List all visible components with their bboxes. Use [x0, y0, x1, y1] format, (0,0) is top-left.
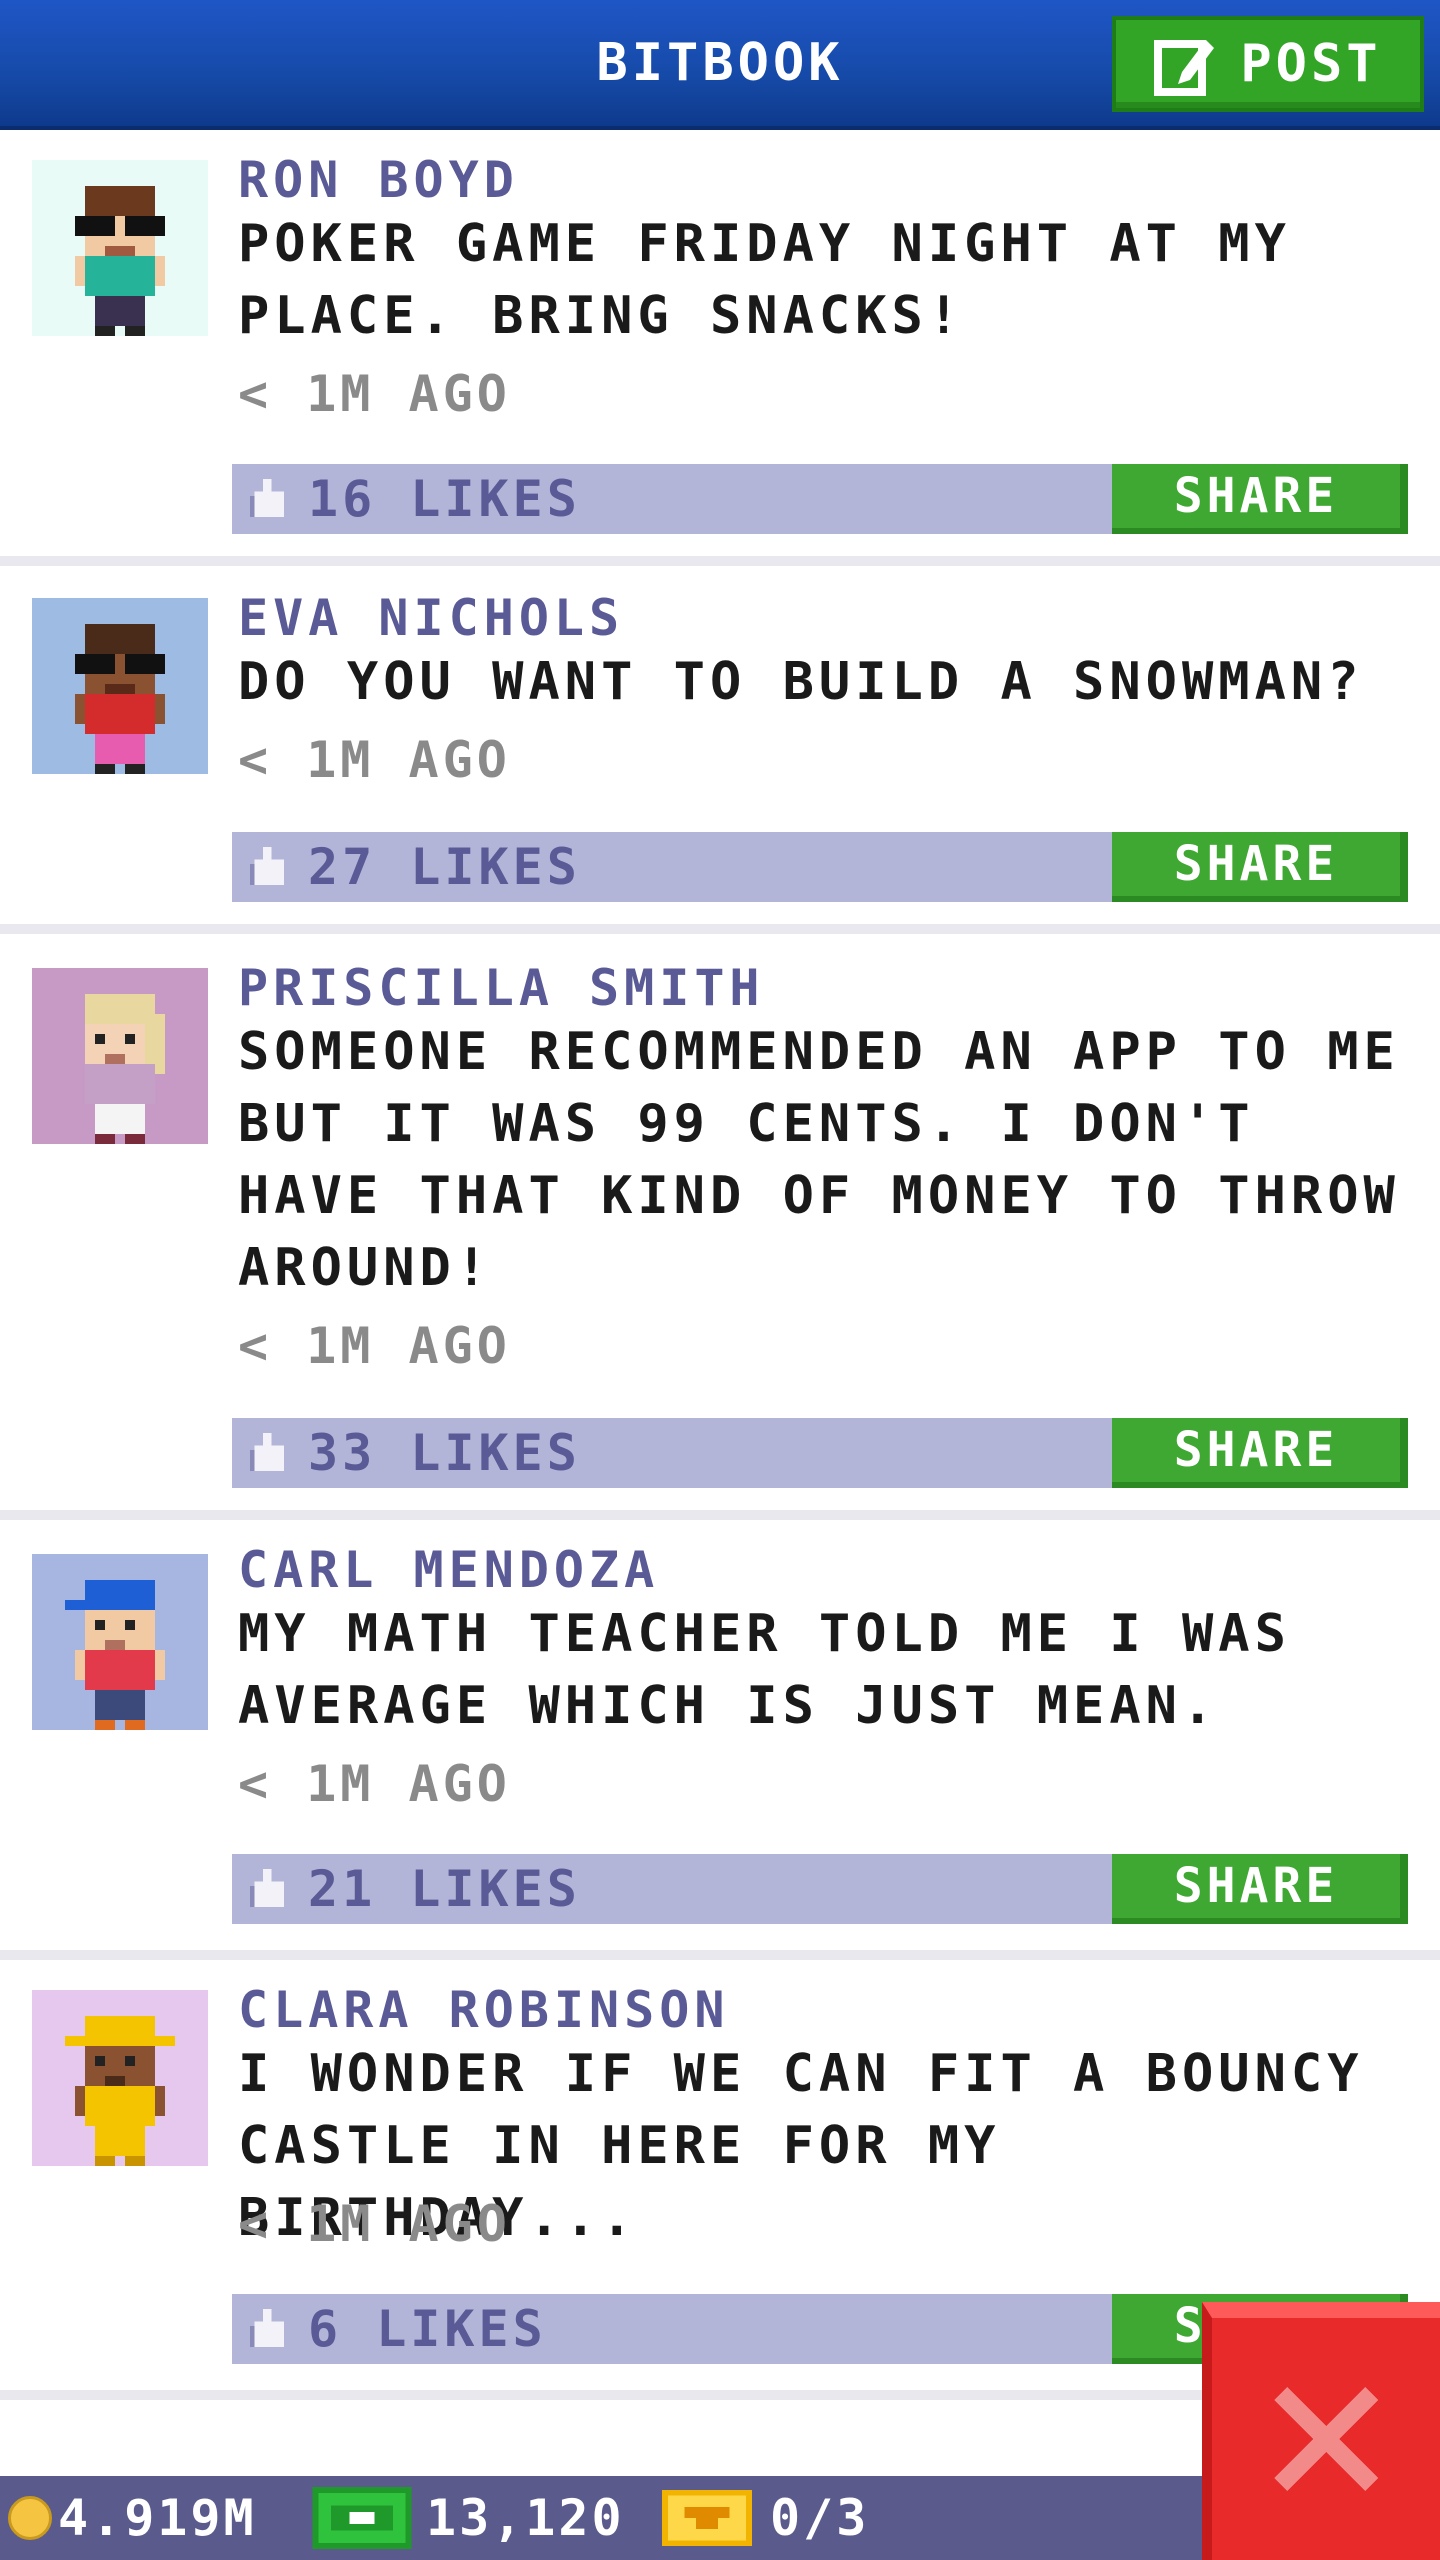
close-icon — [1274, 2387, 1378, 2491]
tickets-stat[interactable]: 0/3 — [662, 2476, 869, 2560]
post-time: < 1M AGO — [238, 731, 511, 789]
coin-icon — [8, 2496, 52, 2540]
coins-value: 4.919M — [58, 2489, 257, 2547]
avatar — [32, 1990, 208, 2166]
thumbs-up-icon — [250, 1868, 284, 1908]
thumbs-up-icon — [250, 846, 284, 886]
post-author[interactable]: CLARA ROBINSON — [238, 1980, 729, 2040]
avatar — [32, 598, 208, 774]
post-time: < 1M AGO — [238, 1317, 511, 1375]
coins-stat: 4.919M — [8, 2476, 257, 2560]
post-text: MY MATH TEACHER TOLD ME I WAS AVERAGE WH… — [238, 1604, 1291, 1736]
post-author[interactable]: RON BOYD — [238, 150, 519, 210]
bux-value: 13,120 — [426, 2489, 625, 2547]
app-header: BITBOOK POST — [0, 0, 1440, 130]
bux-icon — [312, 2487, 412, 2549]
bux-stat[interactable]: 13,120 — [312, 2476, 625, 2560]
post-button-label: POST — [1240, 34, 1382, 94]
post-text: DO YOU WANT TO BUILD A SNOWMAN? — [238, 652, 1364, 712]
thumbs-up-icon — [250, 2308, 284, 2348]
post-author[interactable]: CARL MENDOZA — [238, 1540, 659, 1600]
post-author[interactable]: EVA NICHOLS — [238, 588, 624, 648]
post-time: < 1M AGO — [238, 1755, 511, 1813]
share-button[interactable]: SHARE — [1112, 832, 1408, 902]
like-bar[interactable]: 21 LIKES SHARE — [232, 1854, 1408, 1924]
avatar — [32, 1554, 208, 1730]
like-bar[interactable]: 27 LIKES SHARE — [232, 832, 1408, 902]
thumbs-up-icon — [250, 478, 284, 518]
feed-post: RON BOYD POKER GAME FRIDAY NIGHT AT MY P… — [0, 130, 1440, 566]
thumbs-up-icon — [250, 1432, 284, 1472]
post-text: SOMEONE RECOMMENDED AN APP TO ME BUT IT … — [238, 1022, 1400, 1298]
feed-post: EVA NICHOLS DO YOU WANT TO BUILD A SNOWM… — [0, 566, 1440, 934]
compose-icon — [1154, 40, 1215, 96]
post-time: < 1M AGO — [238, 365, 511, 423]
share-button[interactable]: SHARE — [1112, 1418, 1408, 1488]
like-bar[interactable]: 16 LIKES SHARE — [232, 464, 1408, 534]
avatar — [32, 968, 208, 1144]
like-count: 33 LIKES — [308, 1424, 581, 1482]
share-button[interactable]: SHARE — [1112, 464, 1408, 534]
post-text: POKER GAME FRIDAY NIGHT AT MY PLACE. BRI… — [238, 214, 1291, 346]
like-bar[interactable]: 33 LIKES SHARE — [232, 1418, 1408, 1488]
like-count: 27 LIKES — [308, 838, 581, 896]
close-button[interactable] — [1202, 2302, 1440, 2560]
ticket-icon — [662, 2490, 752, 2546]
like-count: 21 LIKES — [308, 1860, 581, 1918]
post-button[interactable]: POST — [1112, 16, 1424, 112]
share-button[interactable]: SHARE — [1112, 1854, 1408, 1924]
avatar — [32, 160, 208, 336]
like-count: 6 LIKES — [308, 2300, 547, 2358]
like-count: 16 LIKES — [308, 470, 581, 528]
feed-post: PRISCILLA SMITH SOMEONE RECOMMENDED AN A… — [0, 934, 1440, 1520]
tickets-value: 0/3 — [770, 2489, 870, 2547]
feed-post: CARL MENDOZA MY MATH TEACHER TOLD ME I W… — [0, 1520, 1440, 1960]
post-time: < 1M AGO — [238, 2195, 511, 2253]
post-author[interactable]: PRISCILLA SMITH — [238, 958, 765, 1018]
